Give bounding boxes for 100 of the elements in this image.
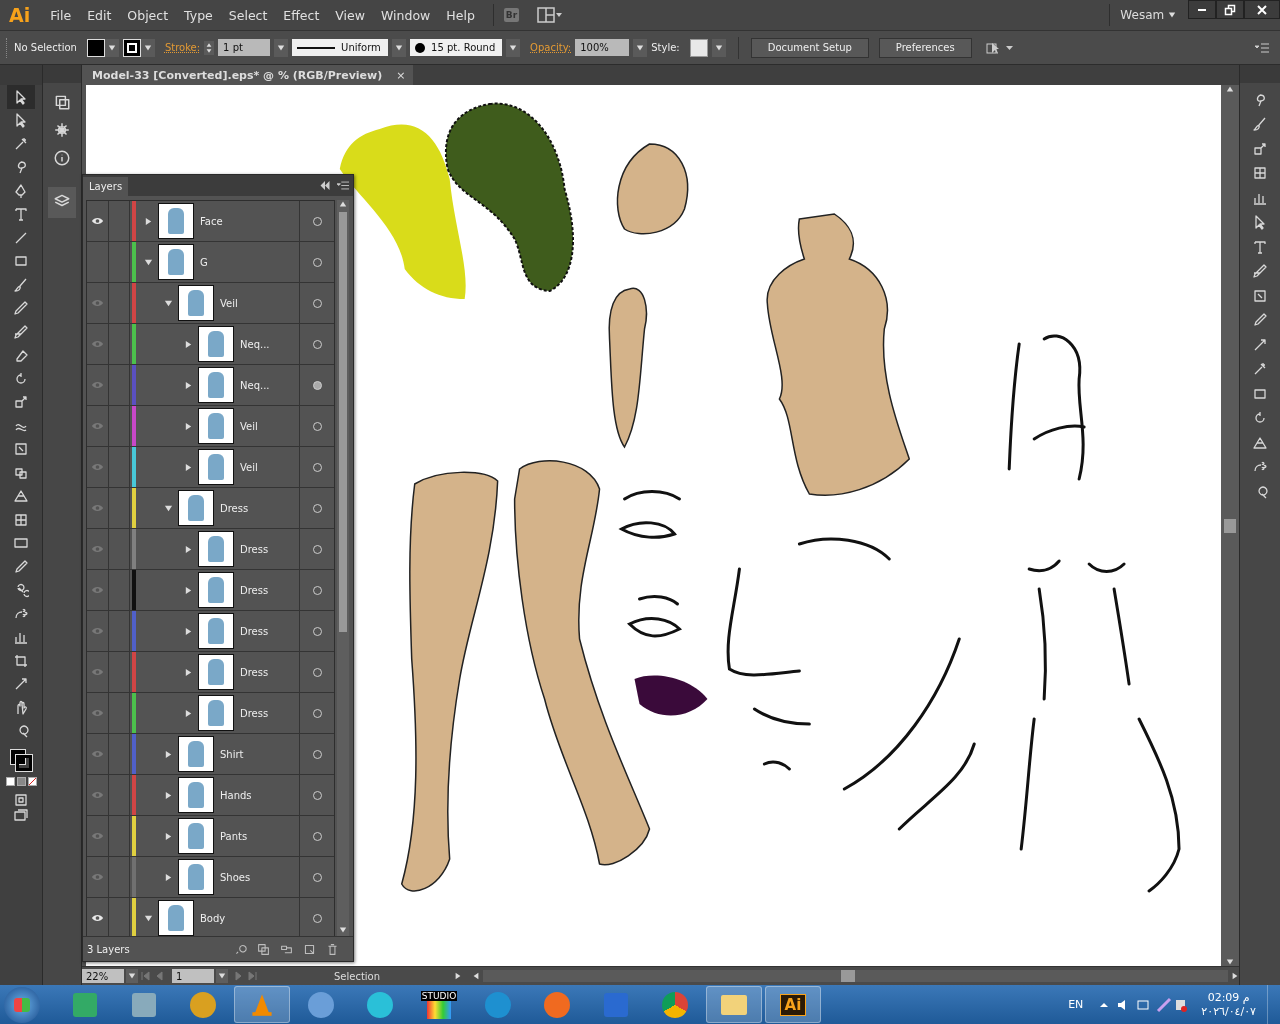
toolbar-button[interactable]: Document Setup xyxy=(750,37,869,58)
stepper-arrows[interactable] xyxy=(204,40,215,55)
clock[interactable]: 02:09 م ٢٠٢٦/٠٤/٠٧ xyxy=(1201,990,1256,1019)
layer-name[interactable]: Dress xyxy=(240,666,269,678)
panel-menu-icon[interactable] xyxy=(1254,41,1270,54)
vertical-scrollbar[interactable] xyxy=(1221,85,1239,966)
color-mode-buttons[interactable] xyxy=(5,777,37,786)
up-arrow-icon xyxy=(206,41,213,48)
scale-icon[interactable] xyxy=(13,394,29,411)
menu-item[interactable]: Effect xyxy=(275,7,328,23)
minimize-button[interactable] xyxy=(1188,0,1216,19)
menu-item[interactable]: Object xyxy=(119,7,177,23)
magic-wand-icon[interactable] xyxy=(13,135,29,152)
layer-name[interactable]: Dress xyxy=(240,625,269,637)
zoom-field[interactable]: 22% xyxy=(82,969,124,983)
scroll-thumb[interactable] xyxy=(840,970,855,982)
make-clipping-mask-icon[interactable] xyxy=(257,942,270,956)
toolbar-button[interactable]: Preferences xyxy=(878,37,972,58)
graphic-style-swatch[interactable] xyxy=(689,38,708,57)
type-tool-icon[interactable] xyxy=(13,206,29,223)
layer-name[interactable]: Dress xyxy=(240,543,269,555)
menu-item[interactable]: Help xyxy=(438,7,483,23)
panel-grip-bar[interactable] xyxy=(1240,65,1280,83)
screen-mode-icon[interactable] xyxy=(13,808,29,824)
mesh-icon[interactable] xyxy=(13,511,29,528)
taskbar-app-button[interactable]: Ai xyxy=(765,986,821,1023)
eyedropper-icon[interactable] xyxy=(13,558,29,575)
scroll-thumb[interactable] xyxy=(1224,518,1236,533)
stroke-weight-field[interactable]: 1 pt xyxy=(218,39,271,56)
draw-mode-icon[interactable] xyxy=(13,792,29,808)
tray-icons[interactable] xyxy=(1098,996,1189,1013)
layer-name[interactable]: Dress xyxy=(220,502,249,514)
pencil-icon[interactable] xyxy=(13,300,29,317)
status-menu-button[interactable] xyxy=(454,972,462,980)
layer-name[interactable]: G xyxy=(200,256,208,268)
date-text: ٢٠٢٦/٠٤/٠٧ xyxy=(1201,1004,1256,1019)
horizontal-scrollbar[interactable] xyxy=(472,970,1239,982)
disclosure-triangle[interactable] xyxy=(142,913,154,923)
menu-item[interactable]: Window xyxy=(373,7,439,23)
paintbrush-icon[interactable] xyxy=(13,276,29,293)
variable-width-profile-dropdown[interactable]: Uniform xyxy=(292,39,389,56)
layer-thumbnail xyxy=(198,572,234,608)
fill-stroke-swatches[interactable] xyxy=(10,749,32,771)
layer-name[interactable]: Dress xyxy=(240,584,269,596)
free-transform-icon[interactable] xyxy=(13,441,29,458)
layer-name[interactable]: Veil xyxy=(220,297,238,309)
panel-grip-bar[interactable] xyxy=(43,65,81,83)
menu-item[interactable]: View xyxy=(327,7,373,23)
artboard-panel-icon[interactable] xyxy=(53,93,71,111)
trash-icon[interactable] xyxy=(326,942,339,956)
document-tab[interactable]: Model-33 [Converted].eps* @ % (RGB/Preview) × xyxy=(82,65,414,85)
start-button[interactable] xyxy=(4,986,40,1023)
layer-name[interactable]: Shoes xyxy=(220,871,251,883)
target-circle[interactable] xyxy=(312,380,322,390)
layer-name[interactable]: Shirt xyxy=(220,748,244,760)
panel-tab[interactable]: Layers xyxy=(83,177,129,196)
workspace-switcher[interactable]: Wesam xyxy=(1120,8,1176,22)
isolate-object-icon[interactable] xyxy=(985,40,1014,55)
blob-brush-icon[interactable] xyxy=(13,323,29,340)
stroke-swatch[interactable] xyxy=(122,38,141,57)
artboard-number-field[interactable]: 1 xyxy=(172,969,214,983)
layer-name[interactable]: Face xyxy=(200,215,223,227)
menu-item[interactable]: File xyxy=(42,7,80,23)
ink-stroke xyxy=(623,490,681,501)
layer-name[interactable]: Dress xyxy=(240,707,269,719)
menu-item[interactable]: Select xyxy=(220,7,276,23)
close-button[interactable] xyxy=(1244,0,1280,19)
panel-grip-bar[interactable] xyxy=(0,65,42,85)
layer-name[interactable]: Hands xyxy=(220,789,252,801)
restore-button[interactable] xyxy=(1216,0,1244,19)
opacity-field[interactable]: 100% xyxy=(575,39,630,56)
vertical-scrollbar[interactable] xyxy=(337,200,349,936)
disclosure-triangle[interactable] xyxy=(162,503,174,513)
layer-name[interactable]: Neq... xyxy=(240,379,270,391)
artboard-icon[interactable] xyxy=(13,652,29,669)
layer-name[interactable]: Neq... xyxy=(240,338,270,350)
search-icon[interactable] xyxy=(234,942,247,956)
disclosure-triangle[interactable] xyxy=(162,298,174,308)
stroke-link[interactable]: Stroke: xyxy=(164,42,201,53)
fill-swatch[interactable] xyxy=(86,38,105,57)
arrange-documents-icon[interactable] xyxy=(537,7,564,23)
language-indicator[interactable]: EN xyxy=(1068,998,1084,1011)
color-wheel-icon[interactable] xyxy=(53,121,71,139)
layer-name[interactable]: Pants xyxy=(220,830,248,842)
rotate-icon[interactable] xyxy=(13,370,29,387)
brush-definition-dropdown[interactable]: 15 pt. Round xyxy=(410,39,503,56)
layer-name[interactable]: Veil xyxy=(240,420,258,432)
scroll-thumb[interactable] xyxy=(339,212,347,632)
panel-menu-icon[interactable] xyxy=(337,181,349,190)
opacity-link[interactable]: Opacity: xyxy=(530,42,572,53)
layer-name[interactable]: Veil xyxy=(240,461,258,473)
new-layer-icon[interactable] xyxy=(303,942,316,956)
menu-item[interactable]: Edit xyxy=(79,7,120,23)
info-icon[interactable] xyxy=(53,149,71,167)
collapse-icon[interactable] xyxy=(319,181,331,190)
layer-name[interactable]: Body xyxy=(200,912,226,924)
folder-icon[interactable] xyxy=(706,986,762,1023)
menu-item[interactable]: Type xyxy=(176,7,221,23)
disclosure-triangle[interactable] xyxy=(142,257,154,267)
perspective-grid-icon[interactable] xyxy=(13,488,29,505)
